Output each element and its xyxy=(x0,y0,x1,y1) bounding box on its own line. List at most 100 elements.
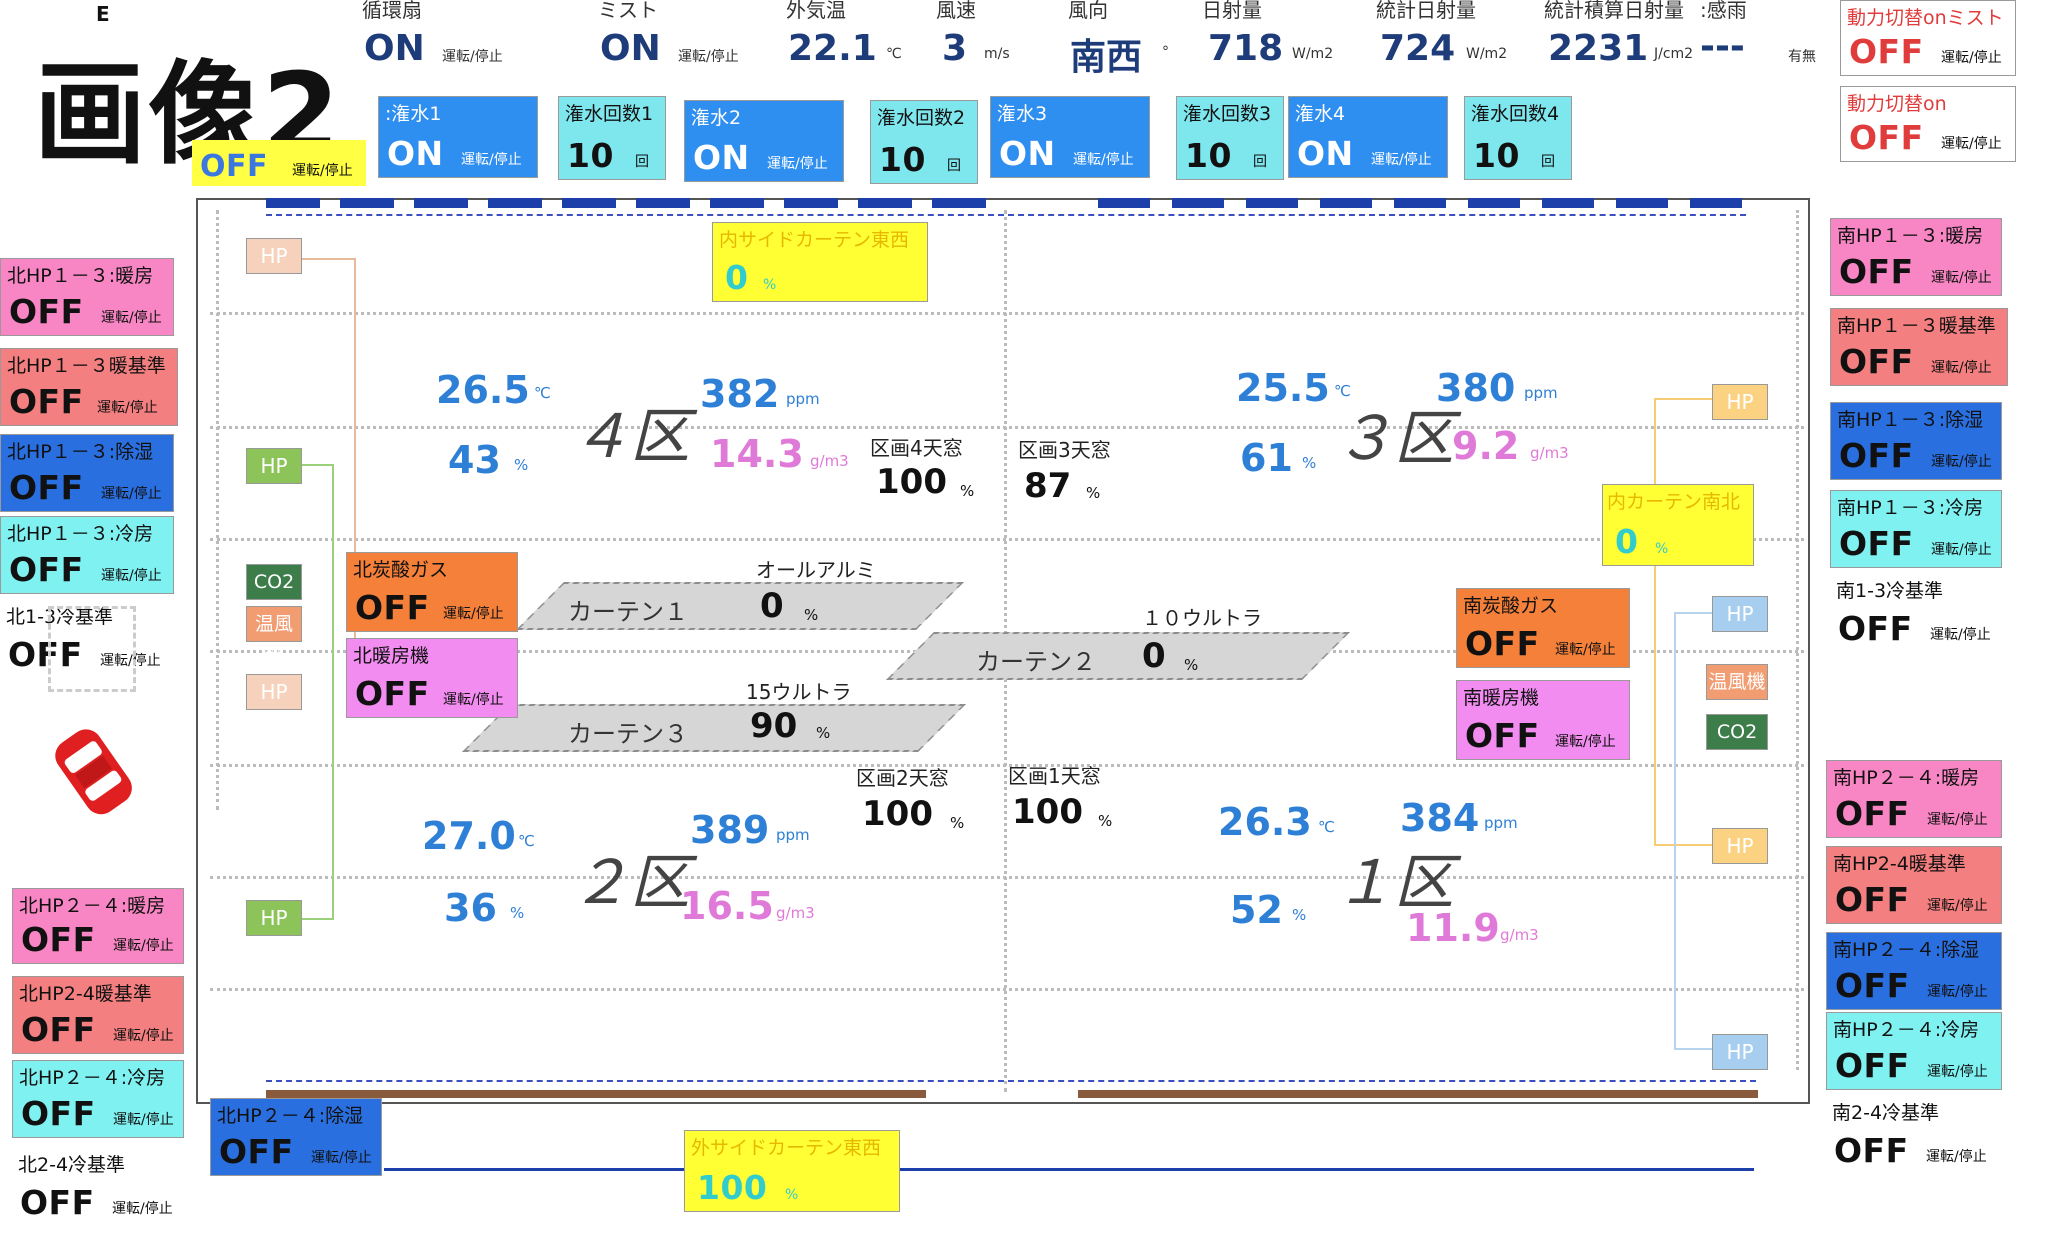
skylight-2-value[interactable]: 100 xyxy=(862,794,933,834)
north-hp13-heating-ref[interactable]: 北HP１－３暖基準 OFF 運転/停止 xyxy=(0,348,178,426)
curtain-2-unit: % xyxy=(1184,656,1199,674)
tile-value: 10 xyxy=(879,140,926,179)
weather-value: ON xyxy=(364,28,425,69)
heater-unit[interactable]: 温風機 xyxy=(1706,664,1768,700)
irrigation-partial-tile[interactable]: OFF 運転/停止 xyxy=(192,140,366,186)
south-co2-gas-tile[interactable]: 南炭酸ガス OFF 運転/停止 xyxy=(1456,588,1630,668)
inner-side-curtain-ew[interactable]: 内サイドカーテン東西 0 % xyxy=(712,222,928,302)
north-hp13-dehumidify[interactable]: 北HP１－３:除湿 OFF 運転/停止 xyxy=(0,434,174,512)
south-24-cooling-ref[interactable]: 南2-4冷基準 OFF 運転/停止 xyxy=(1826,1096,2002,1174)
tile-value: OFF xyxy=(21,1010,96,1049)
north-heater-tile[interactable]: 北暖房機 OFF 運転/停止 xyxy=(346,638,518,718)
tile-label: 潅水回数1 xyxy=(565,103,654,125)
tile-value: OFF xyxy=(1465,624,1540,663)
hp-unit[interactable]: HP xyxy=(1712,384,1768,420)
co2-unit[interactable]: CO2 xyxy=(1706,714,1768,750)
tile-unit: 運転/停止 xyxy=(443,692,504,708)
curtain-2-value[interactable]: 0 xyxy=(1142,636,1166,676)
weather-unit: W/m2 xyxy=(1466,46,1508,62)
south-13-cooling-ref[interactable]: 南1-3冷基準 OFF 運転/停止 xyxy=(1830,574,2002,652)
south-hp24-heating-ref[interactable]: 南HP2-4暖基準 OFF 運転/停止 xyxy=(1826,846,2002,924)
hp-unit[interactable]: HP xyxy=(246,238,302,274)
north-hp24-cooling[interactable]: 北HP２－４:冷房 OFF 運転/停止 xyxy=(12,1060,184,1138)
car-icon[interactable] xyxy=(38,716,148,826)
irrigation-4-tile[interactable]: 潅水4 ON 運転/停止 xyxy=(1288,96,1448,178)
skylight-4-value[interactable]: 100 xyxy=(876,462,947,502)
outer-side-curtain-ew[interactable]: 外サイドカーテン東西 100 % xyxy=(684,1130,900,1212)
north-hp13-cooling[interactable]: 北HP１－３:冷房 OFF 運転/停止 xyxy=(0,516,174,594)
north-24-cooling-ref[interactable]: 北2-4冷基準 OFF 運転/停止 xyxy=(12,1148,184,1226)
zone2-hd: 16.5 xyxy=(680,884,774,928)
tile-label: 北HP１－３:暖房 xyxy=(7,265,154,287)
weather-label: 統計日射量 xyxy=(1376,0,1476,22)
north-hp13-heating[interactable]: 北HP１－３:暖房 OFF 運転/停止 xyxy=(0,258,174,336)
weather-value: --- xyxy=(1700,26,1745,67)
north-hp24-heating-ref[interactable]: 北HP2-4暖基準 OFF 運転/停止 xyxy=(12,976,184,1054)
hp-unit[interactable]: HP xyxy=(1712,1034,1768,1070)
tile-label: 北HP１－３:除湿 xyxy=(7,441,154,463)
curtain-1-unit: % xyxy=(804,606,819,624)
weather-item-rain-sensor: :感雨 --- 有無 xyxy=(1700,0,1860,80)
irrigation-count-1-tile[interactable]: 潅水回数1 10 回 xyxy=(558,96,666,180)
bottom-rail-west xyxy=(266,1090,926,1098)
tile-unit: 運転/停止 xyxy=(311,1150,372,1166)
weather-item-solar: 日射量 718 W/m2 xyxy=(1202,0,1372,80)
curtain-2-shape[interactable] xyxy=(886,632,1350,680)
power-switch-on[interactable]: 動力切替on OFF 運転/停止 xyxy=(1840,86,2016,162)
irrigation-3-tile[interactable]: 潅水3 ON 運転/停止 xyxy=(990,96,1150,178)
north-hp24-heating[interactable]: 北HP２－４:暖房 OFF 運転/停止 xyxy=(12,888,184,964)
irrigation-1-tile[interactable]: :潅水1 ON 運転/停止 xyxy=(378,96,538,178)
north-hp24-dehumidify[interactable]: 北HP２－４:除湿 OFF 運転/停止 xyxy=(210,1098,382,1176)
zone3-temp: 25.5 xyxy=(1236,366,1330,410)
skylight-3-value[interactable]: 87 xyxy=(1024,466,1071,506)
hp-unit[interactable]: HP xyxy=(246,448,302,484)
tile-label: 南HP２－４:冷房 xyxy=(1833,1019,1980,1041)
tile-label: 南HP１－３:暖房 xyxy=(1837,225,1984,247)
south-heater-tile[interactable]: 南暖房機 OFF 運転/停止 xyxy=(1456,680,1630,760)
skylight-1-value[interactable]: 100 xyxy=(1012,792,1083,832)
zone1-temp-unit: ℃ xyxy=(1318,818,1335,836)
south-hp13-cooling[interactable]: 南HP１－３:冷房 OFF 運転/停止 xyxy=(1830,490,2002,568)
bottom-dashed-line xyxy=(266,1080,1756,1082)
skylight-2-unit: % xyxy=(950,814,965,832)
south-hp24-cooling[interactable]: 南HP２－４:冷房 OFF 運転/停止 xyxy=(1826,1012,2002,1090)
irrigation-count-2-tile[interactable]: 潅水回数2 10 回 xyxy=(870,100,978,184)
south-hp13-dehumidify[interactable]: 南HP１－３:除湿 OFF 運転/停止 xyxy=(1830,402,2002,480)
curtain-3-value[interactable]: 90 xyxy=(750,706,797,746)
inner-curtain-ns[interactable]: 内カーテン南北 0 % xyxy=(1602,484,1754,566)
irrigation-count-3-tile[interactable]: 潅水回数3 10 回 xyxy=(1176,96,1284,180)
south-hp13-heating[interactable]: 南HP１－３:暖房 OFF 運転/停止 xyxy=(1830,218,2002,296)
north-co2-gas-tile[interactable]: 北炭酸ガス OFF 運転/停止 xyxy=(346,552,518,632)
south-hp13-heating-ref[interactable]: 南HP１－３暖基準 OFF 運転/停止 xyxy=(1830,308,2008,386)
hp-unit[interactable]: HP xyxy=(246,674,302,710)
hp-unit[interactable]: HP xyxy=(1712,828,1768,864)
south-hp24-dehumidify[interactable]: 南HP２－４:除湿 OFF 運転/停止 xyxy=(1826,932,2002,1010)
tile-label: 南HP１－３:冷房 xyxy=(1837,497,1984,519)
tile-value: OFF xyxy=(1839,342,1914,381)
weather-unit: 運転/停止 xyxy=(442,49,503,65)
tile-value: OFF xyxy=(1838,609,1913,648)
irrigation-count-4-tile[interactable]: 潅水回数4 10 回 xyxy=(1464,96,1572,180)
co2-unit[interactable]: CO2 xyxy=(246,564,302,600)
irrigation-2-tile[interactable]: 潅水2 ON 運転/停止 xyxy=(684,100,844,182)
south-hp24-heating[interactable]: 南HP２－４:暖房 OFF 運転/停止 xyxy=(1826,760,2002,838)
zone2-co2-unit: ppm xyxy=(776,826,810,844)
hp-unit[interactable]: HP xyxy=(246,900,302,936)
power-switch-mist[interactable]: 動力切替onミスト OFF 運転/停止 xyxy=(1840,0,2016,76)
tile-unit: 運転/停止 xyxy=(443,606,504,622)
tile-unit: % xyxy=(785,1187,799,1203)
weather-value: ON xyxy=(600,28,661,69)
curtain-1-value[interactable]: 0 xyxy=(760,586,784,626)
heater-unit[interactable]: 温風機 xyxy=(246,606,302,669)
weather-item-fan[interactable]: 循環扇 ON 運転/停止 xyxy=(362,0,572,80)
weather-item-mist[interactable]: ミスト ON 運転/停止 xyxy=(598,0,778,80)
tile-value: OFF xyxy=(1839,436,1914,475)
tile-label: 北炭酸ガス xyxy=(353,559,449,581)
tile-value: 10 xyxy=(1185,136,1232,175)
zone1-temp: 26.3 xyxy=(1218,800,1312,844)
zone4-hd: 14.3 xyxy=(710,432,804,476)
tile-value: OFF xyxy=(21,920,96,959)
hp-unit[interactable]: HP xyxy=(1712,596,1768,632)
zone4-co2: 382 xyxy=(700,372,780,416)
curtain-3-shape[interactable] xyxy=(462,704,966,752)
